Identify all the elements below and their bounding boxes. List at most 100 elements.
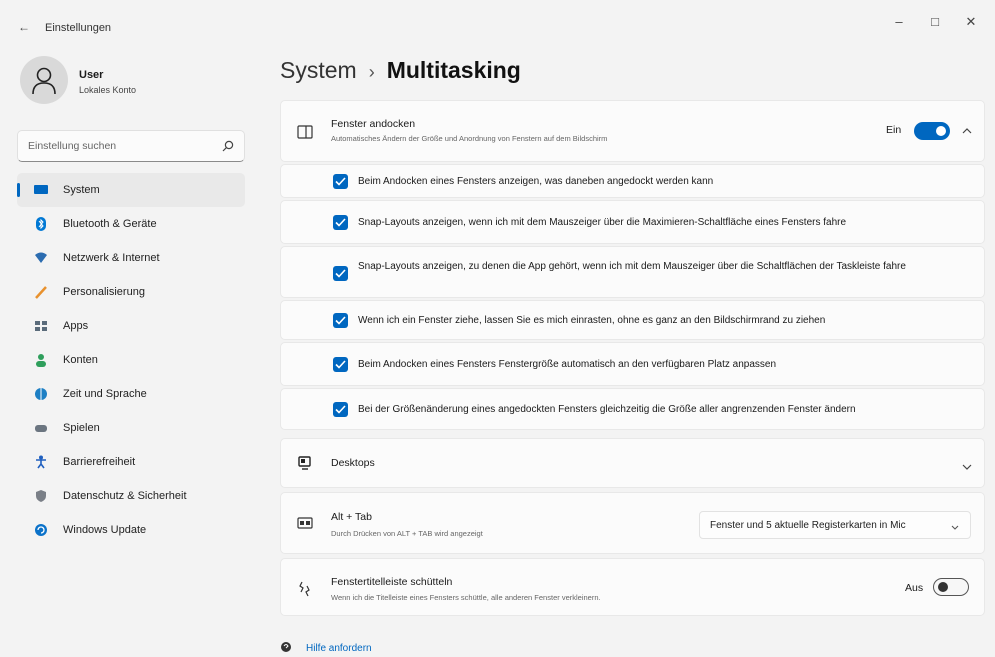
sidebar-item-gaming[interactable]: Spielen: [17, 411, 245, 445]
desktops-card[interactable]: Desktops: [280, 438, 985, 488]
checkbox[interactable]: [333, 215, 348, 230]
snap-option-label: Wenn ich ein Fenster ziehe, lassen Sie e…: [358, 315, 826, 326]
desktops-icon: [295, 453, 315, 473]
checkbox[interactable]: [333, 266, 348, 281]
help-icon: [280, 641, 292, 656]
snap-option-row[interactable]: Bei der Größenänderung eines angedockten…: [280, 388, 985, 430]
globe-icon: [33, 386, 49, 402]
snap-option-row[interactable]: Snap-Layouts anzeigen, zu denen die App …: [280, 246, 985, 298]
checkmark-icon: [335, 177, 346, 186]
title-bar-shake-card: Fenstertitelleiste schütteln Wenn ich di…: [280, 558, 985, 616]
checkmark-icon: [335, 269, 346, 278]
sidebar-item-time-language[interactable]: Zeit und Sprache: [17, 377, 245, 411]
update-icon: [33, 522, 49, 538]
checkbox[interactable]: [333, 357, 348, 372]
sidebar-item-label: Bluetooth & Geräte: [63, 218, 157, 230]
breadcrumb-parent[interactable]: System: [280, 57, 357, 83]
chevron-down-icon[interactable]: [961, 459, 973, 477]
sidebar-item-personalization[interactable]: Personalisierung: [17, 275, 245, 309]
checkmark-icon: [335, 360, 346, 369]
alt-tab-title: Alt + Tab: [331, 511, 372, 523]
snap-option-label: Bei der Größenänderung eines angedockten…: [358, 404, 856, 415]
sidebar-item-label: Personalisierung: [63, 286, 145, 298]
snap-window-icon: [295, 122, 315, 142]
sidebar-item-bluetooth[interactable]: Bluetooth & Geräte: [17, 207, 245, 241]
alt-tab-icon: [295, 513, 315, 533]
sidebar: User Lokales Konto Einstellung suchen Sy…: [0, 52, 262, 657]
checkbox[interactable]: [333, 313, 348, 328]
shield-icon: [33, 488, 49, 504]
minimize-button[interactable]: –: [885, 10, 913, 34]
sidebar-item-label: Barrierefreiheit: [63, 456, 136, 468]
sidebar-item-label: Netzwerk & Internet: [63, 252, 160, 264]
help-link[interactable]: Hilfe anfordern: [280, 641, 372, 656]
window-controls: – □ ✕: [885, 10, 985, 34]
checkmark-icon: [335, 316, 346, 325]
chevron-up-icon[interactable]: [961, 123, 973, 141]
snap-option-row[interactable]: Beim Andocken eines Fensters anzeigen, w…: [280, 164, 985, 198]
desktops-title: Desktops: [331, 457, 375, 469]
snap-option-label: Snap-Layouts anzeigen, zu denen die App …: [358, 261, 906, 272]
sidebar-item-label: Apps: [63, 320, 89, 332]
back-arrow-icon[interactable]: ←: [18, 20, 30, 34]
close-button[interactable]: ✕: [957, 10, 985, 34]
shake-toggle[interactable]: [933, 578, 969, 596]
account-icon: [33, 352, 49, 368]
snap-option-label: Snap-Layouts anzeigen, wenn ich mit dem …: [358, 217, 847, 228]
sidebar-item-label: Zeit und Sprache: [63, 388, 147, 400]
checkmark-icon: [335, 405, 346, 414]
sidebar-item-label: Spielen: [63, 422, 100, 434]
app-title: Einstellungen: [45, 22, 112, 34]
system-icon: [33, 182, 49, 198]
sidebar-item-label: Konten: [63, 354, 98, 366]
search-icon: [222, 139, 234, 157]
search-box[interactable]: Einstellung suchen: [17, 130, 245, 162]
snap-option-row[interactable]: Wenn ich ein Fenster ziehe, lassen Sie e…: [280, 300, 985, 340]
alt-tab-dropdown[interactable]: Fenster und 5 aktuelle Registerkarten in…: [699, 511, 971, 539]
sidebar-item-accessibility[interactable]: Barrierefreiheit: [17, 445, 245, 479]
alt-tab-description: Durch Drücken von ALT + TAB wird angezei…: [331, 529, 483, 538]
page-title: Multitasking: [386, 57, 521, 83]
breadcrumb: System › Multitasking: [280, 57, 521, 84]
title-bar: ← Einstellungen – □ ✕: [0, 0, 995, 52]
snap-option-row[interactable]: Snap-Layouts anzeigen, wenn ich mit dem …: [280, 200, 985, 244]
sidebar-item-privacy[interactable]: Datenschutz & Sicherheit: [17, 479, 245, 513]
breadcrumb-separator: ›: [368, 62, 375, 82]
snap-option-label: Beim Andocken eines Fensters anzeigen, w…: [358, 176, 714, 187]
snap-toggle-state-label: Ein: [886, 124, 902, 136]
checkbox[interactable]: [333, 174, 348, 189]
user-icon: [32, 67, 56, 95]
maximize-button[interactable]: □: [921, 10, 949, 34]
apps-icon: [33, 318, 49, 334]
alt-tab-card: Alt + Tab Durch Drücken von ALT + TAB wi…: [280, 492, 985, 554]
checkbox[interactable]: [333, 402, 348, 417]
snap-windows-card[interactable]: Fenster andocken Automatisches Ändern de…: [280, 100, 985, 162]
snap-windows-description: Automatisches Ändern der Größe und Anord…: [331, 134, 608, 143]
shake-toggle-state-label: Aus: [905, 582, 924, 594]
sidebar-item-accounts[interactable]: Konten: [17, 343, 245, 377]
sidebar-item-apps[interactable]: Apps: [17, 309, 245, 343]
snap-windows-toggle[interactable]: [914, 122, 950, 140]
sidebar-item-label: Datenschutz & Sicherheit: [63, 490, 187, 502]
user-profile[interactable]: User Lokales Konto: [20, 52, 250, 112]
accessibility-icon: [33, 454, 49, 470]
network-icon: [33, 250, 49, 266]
sidebar-item-system[interactable]: System: [17, 173, 245, 207]
snap-option-row[interactable]: Beim Andocken eines Fensters Fenstergröß…: [280, 342, 985, 386]
sidebar-nav: System Bluetooth & Geräte Netzwerk & Int…: [17, 173, 245, 547]
alt-tab-selected-value: Fenster und 5 aktuelle Registerkarten in…: [710, 520, 906, 531]
gamepad-icon: [33, 420, 49, 436]
sidebar-item-windows-update[interactable]: Windows Update: [17, 513, 245, 547]
sidebar-item-label: Windows Update: [63, 524, 147, 536]
help-label: Hilfe anfordern: [306, 643, 372, 654]
search-input[interactable]: Einstellung suchen: [28, 140, 116, 152]
chevron-down-icon: [950, 520, 960, 538]
checkmark-icon: [335, 218, 346, 227]
shake-title: Fenstertitelleiste schütteln: [331, 576, 453, 588]
shake-icon: [295, 579, 315, 599]
shake-description: Wenn ich die Titelleiste eines Fensters …: [331, 593, 601, 602]
sidebar-item-network[interactable]: Netzwerk & Internet: [17, 241, 245, 275]
bluetooth-icon: [33, 216, 49, 232]
snap-option-label: Beim Andocken eines Fensters Fenstergröß…: [358, 359, 777, 370]
profile-name: User: [79, 69, 104, 81]
